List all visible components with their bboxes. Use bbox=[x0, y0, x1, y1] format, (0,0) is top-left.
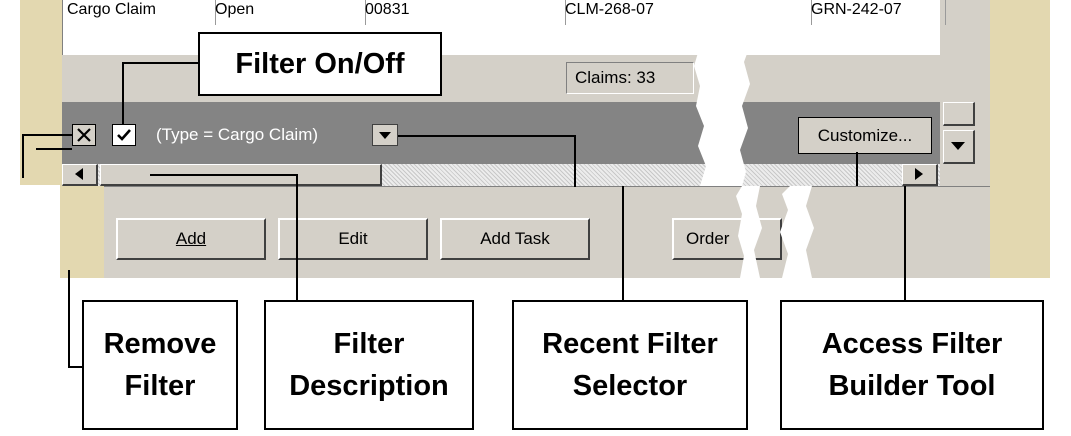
leader-remove-v bbox=[22, 134, 24, 178]
callout-filter-description: Filter Description bbox=[264, 300, 474, 430]
callout-filter-description-line2: Description bbox=[289, 370, 449, 402]
callout-filter-description-line1: Filter bbox=[333, 328, 405, 360]
leader-access-v2 bbox=[904, 186, 906, 302]
callout-access-filter-builder: Access Filter Builder Tool bbox=[780, 300, 1044, 430]
leader-description-v bbox=[296, 174, 298, 302]
leader-filter-onoff-v bbox=[122, 62, 124, 124]
leader-remove-v2 bbox=[68, 270, 70, 366]
leader-filter-onoff-h bbox=[122, 62, 200, 64]
leader-recent-h bbox=[398, 135, 574, 137]
leader-remove-h bbox=[22, 134, 72, 136]
callout-remove-filter-line2: Filter bbox=[124, 370, 196, 402]
callout-access-builder-line2: Builder Tool bbox=[828, 370, 996, 402]
callout-access-builder-line1: Access Filter bbox=[821, 328, 1003, 360]
callout-recent-filter-line1: Recent Filter bbox=[542, 328, 718, 360]
leader-access-v bbox=[856, 152, 858, 186]
leader-description-h bbox=[150, 174, 298, 176]
leader-remove-h2 bbox=[36, 148, 72, 150]
callout-remove-filter-line1: Remove bbox=[103, 328, 217, 360]
leader-recent-v2 bbox=[622, 186, 624, 302]
leader-recent-v bbox=[574, 135, 576, 187]
callout-recent-filter-selector: Recent Filter Selector bbox=[512, 300, 748, 430]
callout-remove-filter: Remove Filter bbox=[82, 300, 238, 430]
leader-remove-h3 bbox=[68, 366, 82, 368]
callout-recent-filter-line2: Selector bbox=[572, 370, 688, 402]
callout-filter-on-off: Filter On/Off bbox=[198, 32, 442, 96]
